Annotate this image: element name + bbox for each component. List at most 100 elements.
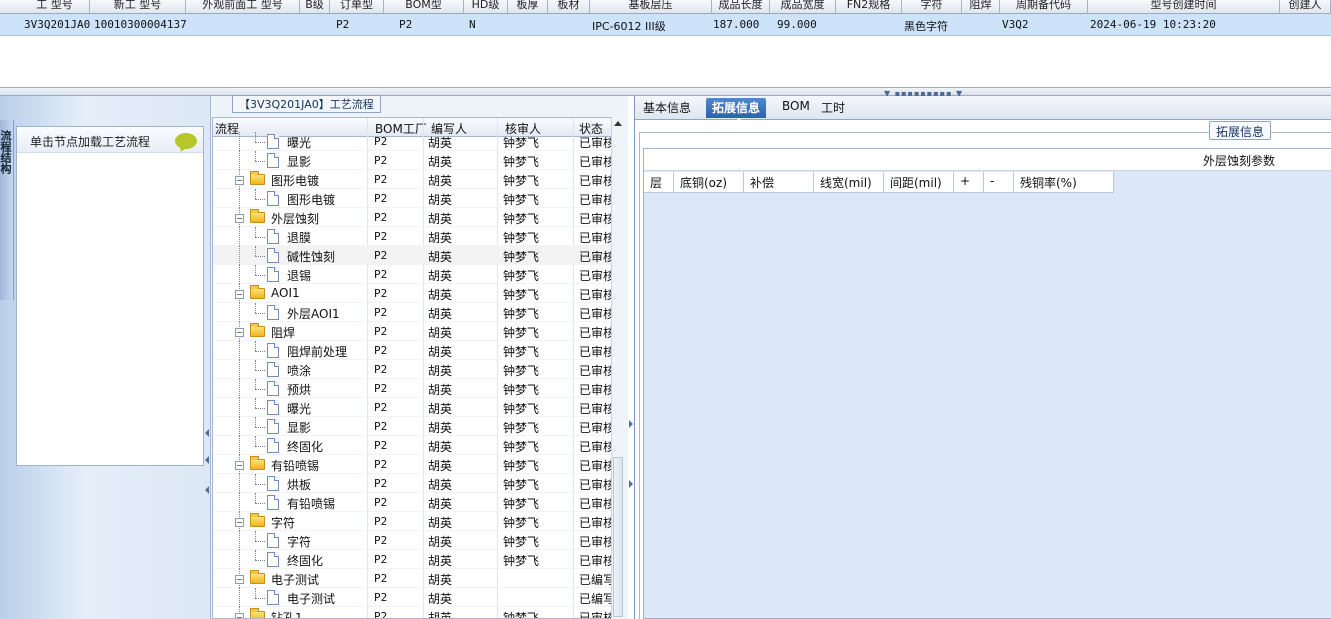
col-line-width[interactable]: 线宽(mil) bbox=[814, 172, 884, 193]
tab-bom[interactable]: BOM bbox=[776, 98, 816, 118]
tree-line bbox=[255, 227, 256, 237]
flow-row[interactable]: − 电子测试 P2 胡英 已编写 bbox=[213, 569, 611, 588]
collapse-node-icon[interactable]: − bbox=[235, 575, 244, 584]
collapse-left-icon[interactable] bbox=[205, 429, 209, 437]
collapse-node-icon[interactable]: − bbox=[235, 461, 244, 470]
top-col-header[interactable]: BOM型 bbox=[384, 0, 464, 14]
flow-row[interactable]: 曝光 P2 胡英 钟梦飞 已审核 bbox=[213, 398, 611, 417]
collapse-node-icon[interactable]: − bbox=[235, 613, 244, 618]
folder-icon bbox=[250, 456, 265, 470]
flow-row[interactable]: 退膜 P2 胡英 钟梦飞 已审核 bbox=[213, 227, 611, 246]
flow-cell-name: 预烘 bbox=[287, 383, 312, 397]
col-layer[interactable]: 层 bbox=[644, 172, 674, 193]
collapse-right-icon[interactable] bbox=[629, 480, 633, 488]
top-col-header[interactable]: 外观前面工 型号 bbox=[186, 0, 300, 14]
flow-row[interactable]: 终固化 P2 胡英 钟梦飞 已审核 bbox=[213, 436, 611, 455]
top-col-header[interactable]: 板厚 bbox=[508, 0, 548, 14]
flow-row[interactable]: 喷涂 P2 胡英 钟梦飞 已审核 bbox=[213, 360, 611, 379]
flow-row[interactable]: 显影 P2 胡英 钟梦飞 已审核 bbox=[213, 417, 611, 436]
top-col-header[interactable]: 订单型 bbox=[330, 0, 384, 14]
flow-cell-factory: P2 bbox=[374, 192, 388, 205]
flow-row[interactable]: − 字符 P2 胡英 钟梦飞 已审核 bbox=[213, 512, 611, 531]
top-col-header[interactable]: 板材 bbox=[548, 0, 590, 14]
top-col-header[interactable]: 基板层压 bbox=[590, 0, 712, 14]
flow-row[interactable]: 图形电镀 P2 胡英 钟梦飞 已审核 bbox=[213, 189, 611, 208]
flow-row[interactable]: 电子测试 P2 胡英 已编写 bbox=[213, 588, 611, 607]
flow-cell-name: 外层蚀刻 bbox=[271, 212, 320, 226]
flow-row[interactable]: 碱性蚀刻 P2 胡英 钟梦飞 已审核 bbox=[213, 246, 611, 265]
flow-row[interactable]: 预烘 P2 胡英 钟梦飞 已审核 bbox=[213, 379, 611, 398]
top-col-header[interactable]: 型号创建时间 bbox=[1088, 0, 1280, 14]
top-col-header[interactable]: 成品宽度 bbox=[770, 0, 836, 14]
collapse-node-icon[interactable]: − bbox=[235, 176, 244, 185]
top-col-header[interactable]: 周期备代码 bbox=[1000, 0, 1088, 14]
col-base-copper[interactable]: 底铜(oz) bbox=[674, 172, 744, 193]
flow-row[interactable]: − 外层蚀刻 P2 胡英 钟梦飞 已审核 bbox=[213, 208, 611, 227]
tab-work-hours[interactable]: 工时 bbox=[815, 98, 851, 118]
horizontal-splitter[interactable]: ▼ ▪▪▪▪▪▪▪▪▪ ▼ bbox=[0, 88, 1331, 98]
flow-row[interactable]: 字符 P2 胡英 钟梦飞 已审核 bbox=[213, 531, 611, 550]
top-col-header[interactable]: 创建人 bbox=[1280, 0, 1331, 14]
flow-cell-status: 已审核 bbox=[579, 611, 611, 619]
flow-row[interactable]: 显影 P2 胡英 钟梦飞 已审核 bbox=[213, 151, 611, 170]
col-compensation[interactable]: 补偿 bbox=[744, 172, 814, 193]
tree-line bbox=[255, 417, 256, 427]
flow-cell-status: 已审核 bbox=[579, 478, 611, 492]
flow-scrollbar[interactable] bbox=[611, 117, 623, 619]
order-grid-selected-row[interactable]: 3V3Q201JA0 10010300004137 P2 P2 N IPC-60… bbox=[0, 14, 1331, 36]
flow-cell-author: 胡英 bbox=[428, 516, 453, 530]
flow-row[interactable]: − AOI1 P2 胡英 钟梦飞 已审核 bbox=[213, 284, 611, 303]
collapse-left-icon[interactable] bbox=[205, 456, 209, 464]
tab-basic-info[interactable]: 基本信息 bbox=[637, 98, 697, 118]
flow-cell-author: 胡英 bbox=[428, 364, 453, 378]
scroll-thumb[interactable] bbox=[613, 457, 623, 617]
flow-cell-status: 已审核 bbox=[579, 231, 611, 245]
tree-line bbox=[255, 132, 256, 142]
col-plus[interactable]: + bbox=[954, 172, 984, 193]
collapse-right-icon[interactable] bbox=[629, 420, 633, 428]
tree-line bbox=[255, 141, 265, 143]
collapse-node-icon[interactable]: − bbox=[235, 290, 244, 299]
flow-row[interactable]: 阻焊前处理 P2 胡英 钟梦飞 已审核 bbox=[213, 341, 611, 360]
tree-line bbox=[239, 474, 240, 493]
tree-line bbox=[239, 189, 240, 208]
top-col-header[interactable]: 成品长度 bbox=[712, 0, 770, 14]
flow-cell-factory: P2 bbox=[374, 610, 388, 619]
flow-row[interactable]: − 钻孔1 P2 胡英 钟梦飞 已审核 bbox=[213, 607, 611, 619]
collapse-node-icon[interactable]: − bbox=[235, 328, 244, 337]
top-col-header[interactable]: FN2规格 bbox=[836, 0, 902, 14]
flow-row[interactable]: 有铅喷锡 P2 胡英 钟梦飞 已审核 bbox=[213, 493, 611, 512]
top-col-header[interactable]: 字符 bbox=[902, 0, 962, 14]
top-col-header[interactable]: 新工 型号 bbox=[90, 0, 186, 14]
cell-width: 99.000 bbox=[777, 18, 817, 31]
collapse-left-icon[interactable] bbox=[205, 486, 209, 494]
flow-cell-author: 胡英 bbox=[428, 231, 453, 245]
top-col-header[interactable]: HD级 bbox=[464, 0, 508, 14]
tree-line bbox=[255, 407, 265, 409]
flow-row[interactable]: − 阻焊 P2 胡英 钟梦飞 已审核 bbox=[213, 322, 611, 341]
scroll-up-icon[interactable] bbox=[614, 121, 622, 126]
flow-row[interactable]: 曝光 P2 胡英 钟梦飞 已审核 bbox=[213, 132, 611, 151]
flow-row[interactable]: 烘板 P2 胡英 钟梦飞 已审核 bbox=[213, 474, 611, 493]
col-residual-copper[interactable]: 残铜率(%) bbox=[1014, 172, 1114, 193]
top-col-header[interactable]: 阻焊 bbox=[962, 0, 1000, 14]
folder-icon bbox=[250, 570, 265, 584]
tab-extended-info[interactable]: 拓展信息 bbox=[706, 98, 767, 123]
top-col-header[interactable]: 工 型号 bbox=[20, 0, 90, 14]
cell-date-code: V3Q2 bbox=[1002, 18, 1029, 31]
top-col-header[interactable]: B级 bbox=[300, 0, 330, 14]
flow-row[interactable]: − 图形电镀 P2 胡英 钟梦飞 已审核 bbox=[213, 170, 611, 189]
flow-row[interactable]: 终固化 P2 胡英 钟梦飞 已审核 bbox=[213, 550, 611, 569]
collapse-node-icon[interactable]: − bbox=[235, 214, 244, 223]
cell-grade: P2 bbox=[336, 18, 350, 31]
col-minus[interactable]: - bbox=[984, 172, 1014, 193]
flow-cell-name: 显影 bbox=[287, 421, 312, 435]
flow-cell-name: 终固化 bbox=[287, 440, 324, 454]
col-spacing[interactable]: 间距(mil) bbox=[884, 172, 954, 193]
flow-row[interactable]: 外层AOI1 P2 胡英 钟梦飞 已审核 bbox=[213, 303, 611, 322]
flow-cell-factory: P2 bbox=[374, 420, 388, 433]
flow-row[interactable]: 退锡 P2 胡英 钟梦飞 已审核 bbox=[213, 265, 611, 284]
flow-row[interactable]: − 有铅喷锡 P2 胡英 钟梦飞 已审核 bbox=[213, 455, 611, 474]
collapse-node-icon[interactable]: − bbox=[235, 518, 244, 527]
side-tab-structure[interactable]: 流程结构 bbox=[0, 120, 14, 300]
